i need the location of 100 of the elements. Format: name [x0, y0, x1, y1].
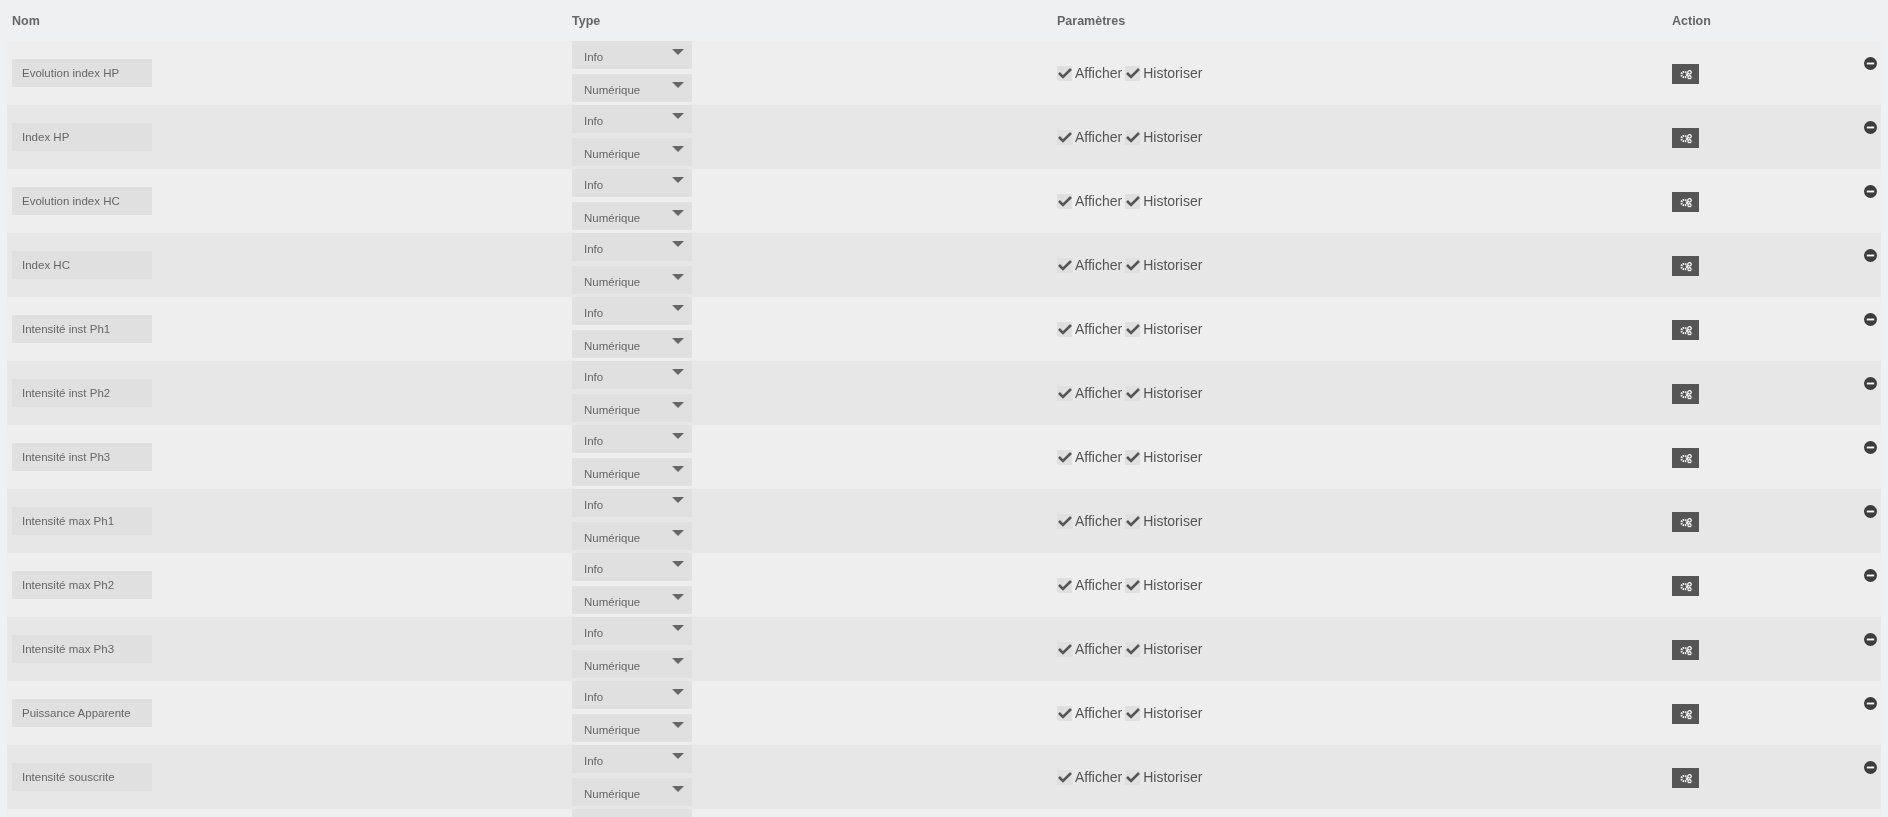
name-field[interactable]: Evolution index HC	[12, 187, 152, 215]
gear-icon	[1678, 388, 1693, 400]
settings-button[interactable]	[1672, 192, 1699, 212]
select-field[interactable]: Info	[572, 425, 692, 453]
checkbox[interactable]	[1125, 257, 1141, 273]
select-field[interactable]: Info	[572, 681, 692, 709]
remove-icon[interactable]	[1864, 697, 1877, 710]
select-field[interactable]: Info	[572, 489, 692, 517]
select-field[interactable]: Info	[572, 169, 692, 197]
caret-icon	[672, 338, 684, 344]
select-field[interactable]: Info	[572, 361, 692, 389]
select-field[interactable]: Info	[572, 41, 692, 69]
column-header: Paramètres	[1057, 13, 1126, 28]
column-header: Nom	[12, 13, 40, 28]
name-field[interactable]: Intensité inst Ph2	[12, 379, 152, 407]
settings-button[interactable]	[1672, 256, 1699, 276]
settings-button[interactable]	[1672, 448, 1699, 468]
checkbox-label: Historiser	[1143, 385, 1203, 401]
select-field[interactable]: Numérique	[572, 586, 692, 614]
select-field[interactable]: Numérique	[572, 778, 692, 806]
checkbox[interactable]	[1057, 577, 1072, 593]
caret-icon	[672, 146, 684, 152]
settings-button[interactable]	[1672, 512, 1699, 532]
name-field[interactable]: Puissance Apparente	[12, 699, 152, 727]
remove-icon[interactable]	[1864, 57, 1877, 70]
select-field[interactable]: Numérique	[572, 714, 692, 742]
settings-button[interactable]	[1672, 576, 1699, 596]
select-field[interactable]: Numérique	[572, 394, 692, 422]
checkbox[interactable]	[1125, 193, 1141, 209]
checkbox[interactable]	[1057, 513, 1072, 529]
checkbox[interactable]	[1057, 65, 1072, 81]
remove-icon[interactable]	[1864, 633, 1877, 646]
gear-icon	[1678, 196, 1693, 208]
name-field[interactable]: Index HP	[12, 123, 152, 151]
checkbox[interactable]	[1057, 641, 1072, 657]
settings-button[interactable]	[1672, 640, 1699, 660]
select-field[interactable]: Numérique	[572, 650, 692, 678]
checkbox[interactable]	[1125, 385, 1141, 401]
checkbox[interactable]	[1125, 513, 1141, 529]
select-field[interactable]: Info	[572, 105, 692, 133]
name-field[interactable]: Intensité inst Ph3	[12, 443, 152, 471]
checkbox[interactable]	[1057, 321, 1072, 337]
remove-icon[interactable]	[1864, 377, 1877, 390]
caret-icon	[672, 753, 684, 759]
settings-button[interactable]	[1672, 128, 1699, 148]
checkbox-label: Historiser	[1143, 769, 1203, 785]
select-field[interactable]: Info	[572, 617, 692, 645]
settings-button[interactable]	[1672, 320, 1699, 340]
caret-icon	[672, 722, 684, 728]
checkbox[interactable]	[1057, 385, 1072, 401]
caret-icon	[672, 658, 684, 664]
name-field[interactable]: Intensité max Ph3	[12, 635, 152, 663]
checkbox[interactable]	[1057, 193, 1072, 209]
caret-icon	[672, 561, 684, 567]
checkbox[interactable]	[1125, 321, 1141, 337]
select-field[interactable]: Numérique	[572, 138, 692, 166]
checkbox[interactable]	[1125, 641, 1141, 657]
checkbox[interactable]	[1125, 577, 1141, 593]
remove-icon[interactable]	[1864, 569, 1877, 582]
checkbox[interactable]	[1125, 705, 1141, 721]
select-field[interactable]: Numérique	[572, 522, 692, 550]
select-field[interactable]: Info	[572, 233, 692, 261]
remove-icon[interactable]	[1864, 761, 1877, 774]
checkbox[interactable]	[1057, 449, 1072, 465]
checkbox[interactable]	[1125, 449, 1141, 465]
settings-button[interactable]	[1672, 384, 1699, 404]
select-field[interactable]: Info	[572, 553, 692, 581]
checkbox[interactable]	[1125, 129, 1141, 145]
gear-icon	[1678, 452, 1693, 464]
name-field[interactable]: Intensité max Ph2	[12, 571, 152, 599]
settings-button[interactable]	[1672, 64, 1699, 84]
checkbox[interactable]	[1057, 705, 1072, 721]
checkbox[interactable]	[1125, 65, 1141, 81]
checkbox[interactable]	[1057, 129, 1072, 145]
remove-icon[interactable]	[1864, 121, 1877, 134]
name-field[interactable]: Evolution index HP	[12, 59, 152, 87]
caret-icon	[672, 241, 684, 247]
remove-icon[interactable]	[1864, 505, 1877, 518]
name-field[interactable]: Index HC	[12, 251, 152, 279]
remove-icon[interactable]	[1864, 185, 1877, 198]
select-field[interactable]: Numérique	[572, 458, 692, 486]
remove-icon[interactable]	[1864, 249, 1877, 262]
select-field[interactable]: Info	[572, 745, 692, 773]
name-field[interactable]: Intensité inst Ph1	[12, 315, 152, 343]
settings-button[interactable]	[1672, 704, 1699, 724]
name-field[interactable]: Intensité max Ph1	[12, 507, 152, 535]
checkbox[interactable]	[1057, 257, 1072, 273]
select-field[interactable]: Numérique	[572, 266, 692, 294]
checkbox[interactable]	[1125, 769, 1141, 785]
select-field[interactable]: Numérique	[572, 202, 692, 230]
select-field[interactable]: Info	[572, 297, 692, 325]
checkbox[interactable]	[1057, 769, 1072, 785]
select-field[interactable]: Numérique	[572, 330, 692, 358]
checkbox-label: Afficher	[1075, 65, 1123, 81]
name-field[interactable]: Intensité souscrite	[12, 763, 152, 791]
gear-icon	[1678, 132, 1693, 144]
remove-icon[interactable]	[1864, 441, 1877, 454]
remove-icon[interactable]	[1864, 313, 1877, 326]
select-field[interactable]: Numérique	[572, 74, 692, 102]
settings-button[interactable]	[1672, 768, 1699, 788]
